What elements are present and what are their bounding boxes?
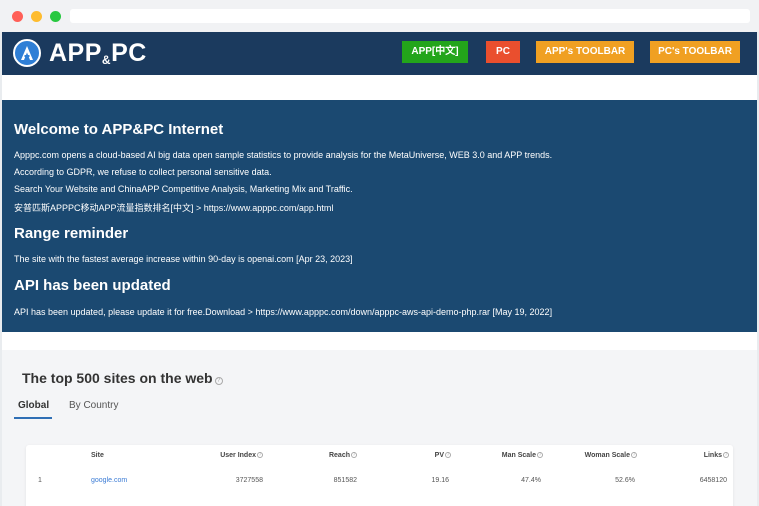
close-window-icon[interactable] <box>12 11 23 22</box>
column-header-woman-scale[interactable]: Woman Scale? <box>585 452 637 459</box>
maximize-window-icon[interactable] <box>50 11 61 22</box>
column-header-label: Links <box>703 452 722 459</box>
help-icon[interactable]: ? <box>257 452 263 458</box>
column-header-label: User Index <box>220 452 256 459</box>
nav-pc-toolbar-button[interactable]: PC's TOOLBAR <box>650 41 740 63</box>
nav-app-chinese-button[interactable]: APP[中文] <box>402 41 468 63</box>
page-viewport: APP&PC APP[中文] PC APP's TOOLBAR PC's TOO… <box>2 32 757 506</box>
column-header-man-scale[interactable]: Man Scale? <box>502 452 543 459</box>
logo-text-amp: & <box>101 52 112 67</box>
cell-site-link[interactable]: google.com <box>91 477 127 484</box>
section-title-text: The top 500 sites on the web <box>22 370 213 386</box>
cell-reach: 851582 <box>333 477 357 484</box>
notice-line: Search Your Website and ChinaAPP Competi… <box>14 184 353 194</box>
logo-text-app: APP <box>49 38 102 67</box>
active-tab-indicator <box>14 417 52 419</box>
column-header-links[interactable]: Links? <box>704 452 729 459</box>
logo-a-icon <box>13 39 41 67</box>
notice-line: According to GDPR, we refuse to collect … <box>14 167 272 177</box>
welcome-title: Welcome to APP&PC Internet <box>14 121 224 138</box>
help-icon[interactable]: ? <box>445 452 451 458</box>
top-sites-section: The top 500 sites on the web? Global By … <box>2 350 757 506</box>
column-header-label: Reach <box>328 452 350 459</box>
column-header-site[interactable]: Site <box>91 452 104 459</box>
range-reminder-text: The site with the fastest average increa… <box>14 254 353 264</box>
browser-titlebar <box>0 0 759 32</box>
api-updated-text[interactable]: API has been updated, please update it f… <box>14 307 552 317</box>
column-header-pv[interactable]: PV? <box>435 452 451 459</box>
tab-global[interactable]: Global <box>18 400 49 411</box>
cell-rank: 1 <box>38 477 42 484</box>
help-icon[interactable]: ? <box>723 452 729 458</box>
minimize-window-icon[interactable] <box>31 11 42 22</box>
column-header-label: PV <box>434 452 444 459</box>
help-icon[interactable]: ? <box>537 452 543 458</box>
address-bar[interactable] <box>70 9 750 23</box>
sites-table: Site User Index? Reach? PV? Man Scale? W… <box>26 445 733 506</box>
logo-wordmark: APP&PC <box>49 39 147 68</box>
notice-link-line[interactable]: 安普匹斯APPPC移动APP流量指数排名[中文] > https://www.a… <box>14 201 333 214</box>
column-header-label: Man Scale <box>501 452 536 459</box>
notice-panel: Welcome to APP&PC Internet Apppc.com ope… <box>2 100 757 332</box>
column-header-user-index[interactable]: User Index? <box>220 452 263 459</box>
column-header-reach[interactable]: Reach? <box>329 452 357 459</box>
api-updated-title: API has been updated <box>14 277 171 294</box>
column-header-label: Woman Scale <box>584 452 630 459</box>
cell-man-scale: 47.4% <box>521 477 541 484</box>
help-icon[interactable]: ? <box>351 452 357 458</box>
range-reminder-title: Range reminder <box>14 225 129 242</box>
tab-by-country[interactable]: By Country <box>69 400 118 411</box>
section-title: The top 500 sites on the web? <box>22 370 223 386</box>
site-logo[interactable]: APP&PC <box>13 38 147 68</box>
help-icon[interactable]: ? <box>631 452 637 458</box>
notice-line: Apppc.com opens a cloud-based AI big dat… <box>14 150 553 160</box>
nav-app-toolbar-button[interactable]: APP's TOOLBAR <box>536 41 634 63</box>
cell-links: 6458120 <box>699 477 727 484</box>
nav-pc-button[interactable]: PC <box>486 41 520 63</box>
logo-text-pc: PC <box>111 38 147 67</box>
cell-woman-scale: 52.6% <box>615 477 635 484</box>
help-icon[interactable]: ? <box>214 377 223 385</box>
cell-user-index: 3727558 <box>235 477 263 484</box>
site-header: APP&PC APP[中文] PC APP's TOOLBAR PC's TOO… <box>2 32 757 75</box>
cell-pv: 19.16 <box>431 477 449 484</box>
